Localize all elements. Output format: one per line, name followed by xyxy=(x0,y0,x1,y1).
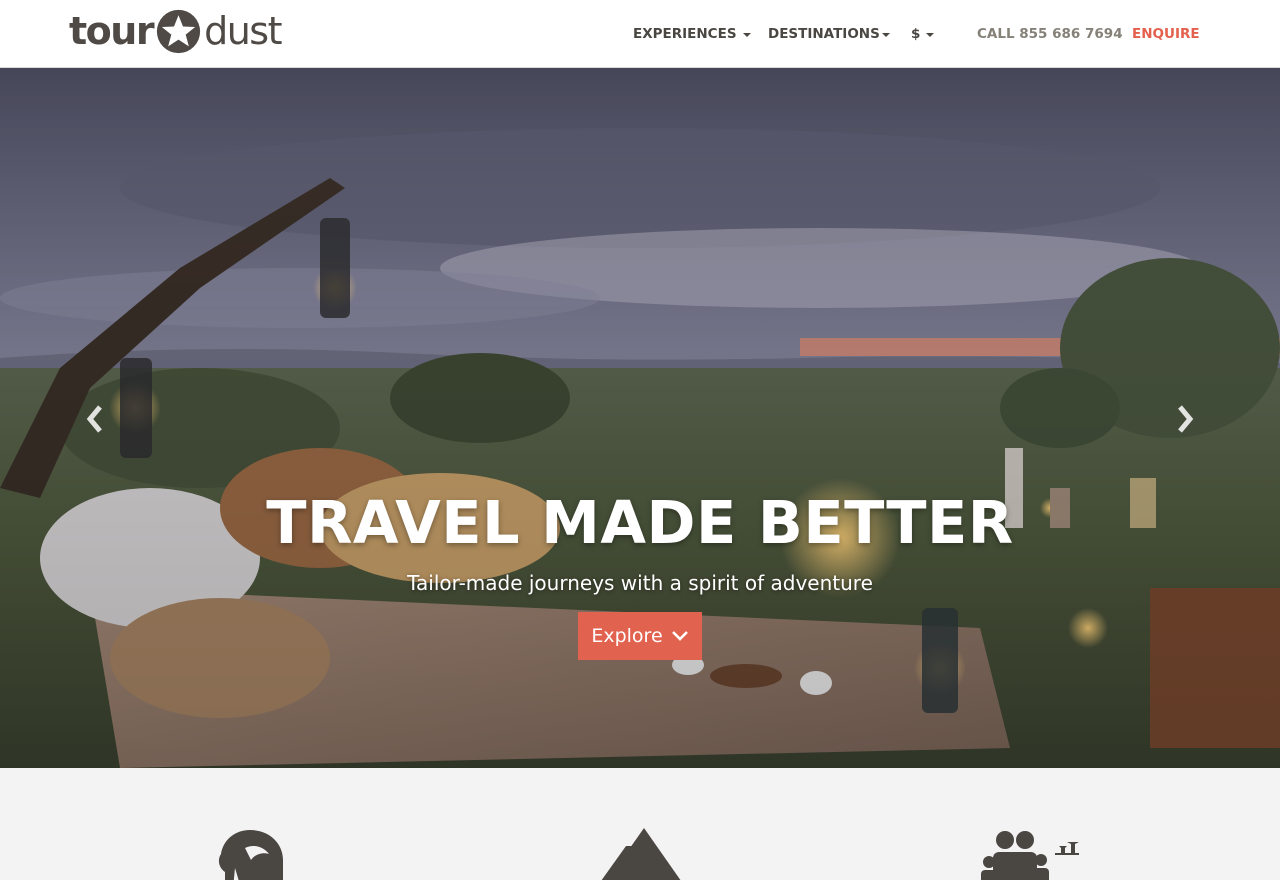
explore-button-label: Explore xyxy=(591,625,663,647)
caret-down-icon xyxy=(881,32,890,37)
family-icon xyxy=(981,831,1079,880)
mountain-icon xyxy=(601,828,681,880)
hero-subtitle: Tailor-made journeys with a spirit of ad… xyxy=(407,571,873,595)
nav-destinations[interactable]: DESTINATIONS xyxy=(768,0,890,68)
logo-word-tour: tour xyxy=(69,9,155,53)
nav-enquire[interactable]: ENQUIRE xyxy=(1132,0,1200,68)
nav-enquire-label: ENQUIRE xyxy=(1132,26,1200,42)
nav-currency-label: $ xyxy=(911,26,921,42)
nav-call-label: CALL 855 686 7694 xyxy=(977,26,1123,42)
star-icon xyxy=(156,9,201,53)
caret-down-icon xyxy=(926,32,935,37)
hero-background-image xyxy=(0,68,1280,768)
carousel-next-button[interactable] xyxy=(1170,404,1200,434)
nav-experiences[interactable]: EXPERIENCES xyxy=(633,0,751,68)
nav-currency[interactable]: $ xyxy=(911,0,935,68)
nav-call[interactable]: CALL 855 686 7694 xyxy=(977,0,1123,68)
logo-word-dust: dust xyxy=(204,9,282,53)
top-navbar: tour dust EXPERIENCES DESTINATIONS $ CAL… xyxy=(0,0,1280,68)
elephant-icon xyxy=(218,830,283,880)
hero-carousel: TRAVEL MADE BETTER Tailor-made journeys … xyxy=(0,68,1280,768)
nav-experiences-label: EXPERIENCES xyxy=(633,26,737,42)
chevron-down-icon xyxy=(671,631,688,641)
logo[interactable]: tour dust xyxy=(69,8,282,54)
features-section xyxy=(0,768,1280,880)
caret-down-icon xyxy=(742,32,751,37)
chevron-left-icon xyxy=(86,405,102,433)
chevron-right-icon xyxy=(1178,405,1194,433)
hero-title: TRAVEL MADE BETTER xyxy=(266,488,1014,557)
carousel-prev-button[interactable] xyxy=(80,404,110,434)
explore-button[interactable]: Explore xyxy=(578,612,702,660)
nav-destinations-label: DESTINATIONS xyxy=(768,26,880,42)
